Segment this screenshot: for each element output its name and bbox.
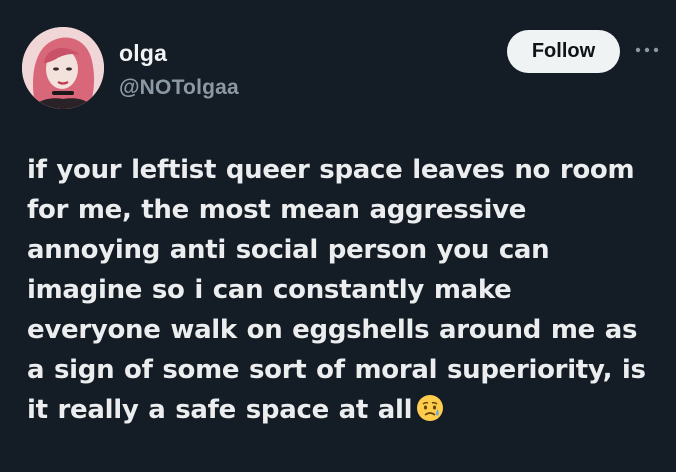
tweet-text-line: imagine so i can constantly make [27,275,512,305]
tweet-text: if your leftist queer space leaves no ro… [27,150,657,430]
follow-button[interactable]: Follow [507,30,620,73]
tweet-card: olga @NOTolgaa Follow if your leftist qu… [0,0,676,472]
sad-but-relieved-face-emoji-icon [417,395,444,421]
tweet-text-line: everyone walk on eggshells around me as [27,315,638,345]
tweet-text-line: annoying anti social person you can [27,235,550,265]
avatar[interactable] [22,27,104,109]
user-handle[interactable]: @NOTolgaa [119,76,239,100]
display-name[interactable]: olga [119,40,167,67]
tweet-text-line: a sign of some sort of moral superiority… [27,355,646,385]
more-horizontal-icon[interactable] [634,43,660,57]
tweet-text-line: it really a safe space at all [27,395,413,425]
tweet-text-line: for me, the most mean aggressive [27,195,527,225]
tweet-text-line: if your leftist queer space leaves no ro… [27,155,635,185]
tweet-text-line-last: it really a safe space at all [27,390,657,430]
profile-photo-icon [22,27,104,109]
